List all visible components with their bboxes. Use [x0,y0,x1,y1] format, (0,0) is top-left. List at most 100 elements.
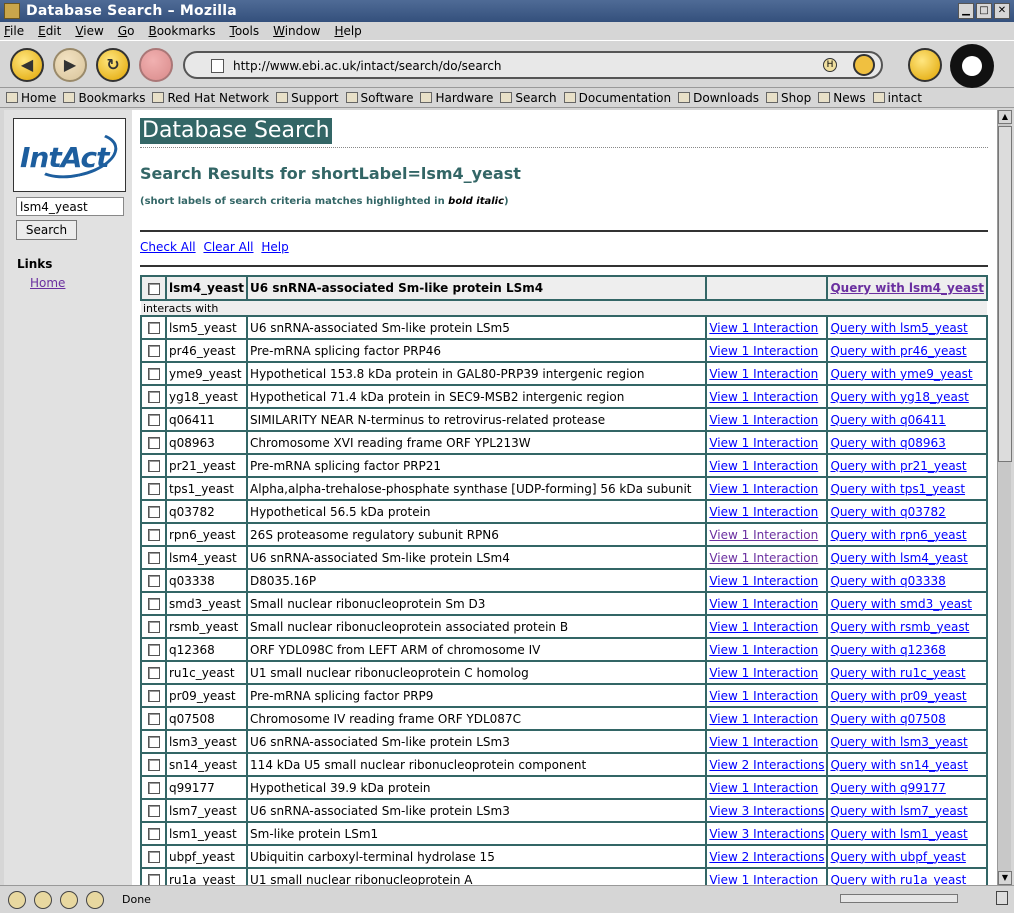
navigator-icon[interactable] [8,890,26,909]
history-icon[interactable]: H [823,58,837,72]
reload-button[interactable]: ↻ [96,48,130,82]
row-checkbox[interactable] [147,782,160,794]
view-interaction-link[interactable]: View 1 Interaction [709,551,818,565]
mail-icon[interactable] [34,890,52,909]
scrollbar-thumb[interactable] [998,126,1012,462]
query-with-link[interactable]: Query with rsmb_yeast [830,620,969,634]
query-with-link[interactable]: Query with sn14_yeast [830,758,967,772]
home-link[interactable]: Home [30,276,65,290]
query-with-link[interactable]: Query with tps1_yeast [830,482,965,496]
view-interaction-link[interactable]: View 1 Interaction [709,367,818,381]
row-checkbox[interactable] [147,644,160,656]
bookmark-red-hat-network[interactable]: Red Hat Network [152,91,269,105]
query-with-link[interactable]: Query with q06411 [830,413,945,427]
menu-bookmarks[interactable]: Bookmarks [148,24,215,38]
mozilla-throbber-icon[interactable] [950,44,994,88]
query-with-link[interactable]: Query with yme9_yeast [830,367,972,381]
row-checkbox[interactable] [147,851,160,863]
composer-icon[interactable] [60,890,78,909]
menu-file[interactable]: File [4,24,24,38]
address-url[interactable]: http://www.ebi.ac.uk/intact/search/do/se… [233,59,502,73]
view-interaction-link[interactable]: View 1 Interaction [709,390,818,404]
row-checkbox[interactable] [147,575,160,587]
scroll-up-arrow-icon[interactable]: ▲ [998,110,1012,124]
bookmark-documentation[interactable]: Documentation [563,91,671,105]
mozilla-app-icon[interactable] [4,3,20,19]
view-interaction-link[interactable]: View 3 Interactions [709,827,824,841]
row-checkbox[interactable] [147,805,160,817]
view-interaction-link[interactable]: View 1 Interaction [709,781,818,795]
forward-button[interactable]: ▶ [53,48,87,82]
view-interaction-link[interactable]: View 1 Interaction [709,689,818,703]
query-with-link[interactable]: Query with q03338 [830,574,945,588]
query-with-link[interactable]: Query with ubpf_yeast [830,850,965,864]
query-with-link[interactable]: Query with lsm4_yeast [830,551,967,565]
query-with-link[interactable]: Query with q03782 [830,505,945,519]
vertical-scrollbar[interactable]: ▲ ▼ [997,110,1012,885]
bookmark-bookmarks[interactable]: Bookmarks [63,91,145,105]
view-interaction-link[interactable]: View 2 Interactions [709,850,824,864]
view-interaction-link[interactable]: View 1 Interaction [709,413,818,427]
query-with-link[interactable]: Query with rpn6_yeast [830,528,966,542]
row-checkbox[interactable] [147,598,160,610]
view-interaction-link[interactable]: View 1 Interaction [709,712,818,726]
row-checkbox[interactable] [147,506,160,518]
security-lock-icon[interactable] [996,891,1008,905]
query-with-link[interactable]: Query with smd3_yeast [830,597,972,611]
bookmark-home[interactable]: Home [6,91,56,105]
view-interaction-link[interactable]: View 1 Interaction [709,505,818,519]
address-bar[interactable]: http://www.ebi.ac.uk/intact/search/do/se… [183,51,883,79]
query-with-link[interactable]: Query with yg18_yeast [830,390,968,404]
scroll-down-arrow-icon[interactable]: ▼ [998,871,1012,885]
query-with-link[interactable]: Query with q07508 [830,712,945,726]
minimize-button[interactable]: ▁ [958,3,974,19]
row-checkbox[interactable] [147,437,160,449]
menu-view[interactable]: View [75,24,103,38]
query-protein-checkbox[interactable] [147,282,160,295]
menu-edit[interactable]: Edit [38,24,61,38]
view-interaction-link[interactable]: View 1 Interaction [709,344,818,358]
query-with-link[interactable]: Query with pr21_yeast [830,459,966,473]
view-interaction-link[interactable]: View 1 Interaction [709,735,818,749]
query-with-link[interactable]: Query with lsm1_yeast [830,827,967,841]
back-button[interactable]: ◀ [10,48,44,82]
bookmark-news[interactable]: News [818,91,866,105]
bookmark-downloads[interactable]: Downloads [678,91,759,105]
row-checkbox[interactable] [147,621,160,633]
query-with-link[interactable]: Query with lsm7_yeast [830,804,967,818]
view-interaction-link[interactable]: View 1 Interaction [709,666,818,680]
view-interaction-link[interactable]: View 1 Interaction [709,459,818,473]
row-checkbox[interactable] [147,667,160,679]
row-checkbox[interactable] [147,345,160,357]
query-with-link[interactable]: Query with ru1c_yeast [830,666,965,680]
query-with-link[interactable]: Query with pr46_yeast [830,344,966,358]
menu-tools[interactable]: Tools [230,24,260,38]
row-checkbox[interactable] [147,874,160,885]
row-checkbox[interactable] [147,391,160,403]
row-checkbox[interactable] [147,552,160,564]
query-with-link[interactable]: Query with pr09_yeast [830,689,966,703]
row-checkbox[interactable] [147,736,160,748]
view-interaction-link[interactable]: View 1 Interaction [709,528,818,542]
row-checkbox[interactable] [147,713,160,725]
query-with-link[interactable]: Query with q99177 [830,781,945,795]
bookmark-search[interactable]: Search [500,91,557,105]
view-interaction-link[interactable]: View 1 Interaction [709,873,818,886]
row-checkbox[interactable] [147,460,160,472]
query-with-link[interactable]: Query with q12368 [830,643,945,657]
menu-help[interactable]: Help [334,24,361,38]
bookmark-shop[interactable]: Shop [766,91,811,105]
query-with-link[interactable]: Query with lsm3_yeast [830,735,967,749]
maximize-button[interactable]: □ [976,3,992,19]
view-interaction-link[interactable]: View 1 Interaction [709,321,818,335]
view-interaction-link[interactable]: View 1 Interaction [709,597,818,611]
intact-logo[interactable]: IntAct [13,118,126,192]
check-all-link[interactable]: Check All [140,240,196,254]
clear-all-link[interactable]: Clear All [203,240,253,254]
view-interaction-link[interactable]: View 1 Interaction [709,643,818,657]
menu-go[interactable]: Go [118,24,135,38]
row-checkbox[interactable] [147,483,160,495]
bookmark-software[interactable]: Software [345,91,413,105]
menu-window[interactable]: Window [273,24,320,38]
bookmark-intact[interactable]: intact [872,91,922,105]
